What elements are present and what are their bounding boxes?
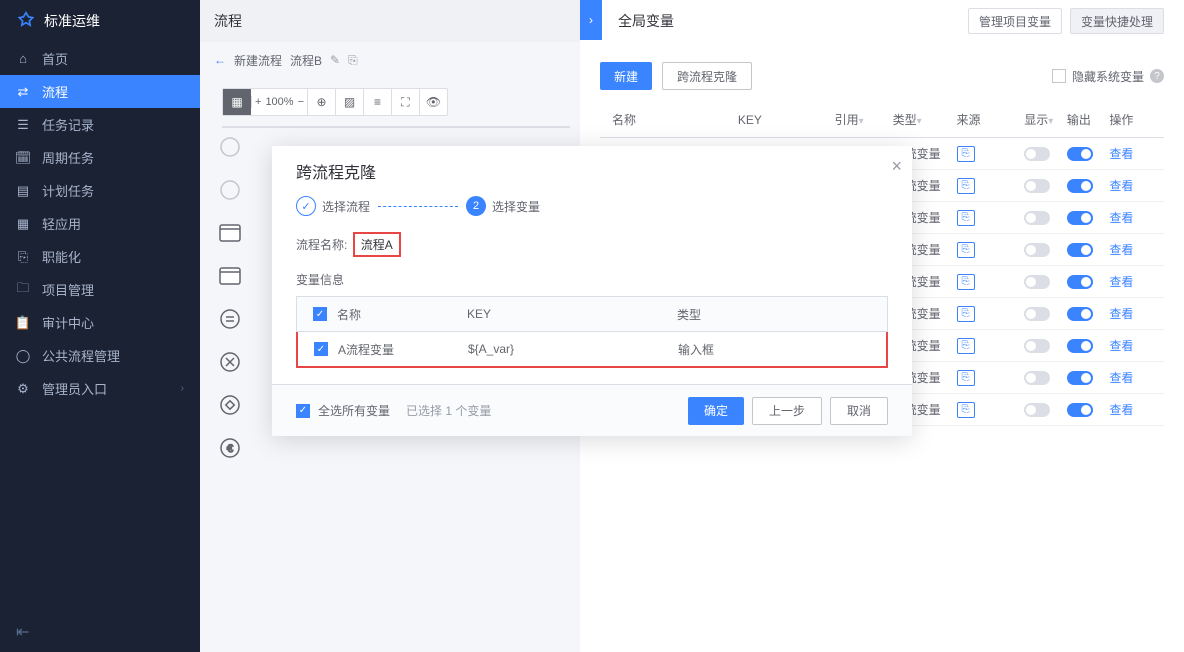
selected-count: 已选择 1 个变量 bbox=[406, 402, 491, 419]
confirm-button[interactable]: 确定 bbox=[688, 397, 744, 425]
step-connector bbox=[378, 206, 458, 207]
select-all-checkbox[interactable]: ✓ bbox=[313, 307, 327, 321]
clone-modal: 跨流程克隆 × ✓ 选择流程 2 选择变量 流程名称: 流程A 变量信息 bbox=[272, 146, 912, 436]
modal-title: 跨流程克隆 bbox=[296, 159, 376, 183]
prev-button[interactable]: 上一步 bbox=[752, 397, 822, 425]
modal-overlay: 跨流程克隆 × ✓ 选择流程 2 选择变量 流程名称: 流程A 变量信息 bbox=[0, 0, 1184, 652]
close-icon[interactable]: × bbox=[891, 156, 902, 177]
select-all-footer-checkbox[interactable]: ✓ bbox=[296, 404, 310, 418]
row-checkbox[interactable]: ✓ bbox=[314, 342, 328, 356]
cancel-button[interactable]: 取消 bbox=[830, 397, 888, 425]
select-all-label: 全选所有变量 bbox=[318, 402, 390, 419]
var-info-label: 变量信息 bbox=[296, 271, 888, 288]
step-1: ✓ 选择流程 bbox=[296, 196, 370, 216]
flow-name-value: 流程A bbox=[353, 232, 401, 257]
check-icon: ✓ bbox=[296, 196, 316, 216]
row-type: 输入框 bbox=[678, 341, 870, 358]
modal-table-header: ✓ 名称 KEY 类型 bbox=[296, 296, 888, 332]
modal-table-row[interactable]: ✓ A流程变量 ${A_var} 输入框 bbox=[296, 332, 888, 368]
row-name: A流程变量 bbox=[338, 341, 468, 358]
step-2: 2 选择变量 bbox=[466, 196, 540, 216]
row-key: ${A_var} bbox=[468, 342, 678, 356]
flow-name-label: 流程名称: bbox=[296, 238, 347, 252]
